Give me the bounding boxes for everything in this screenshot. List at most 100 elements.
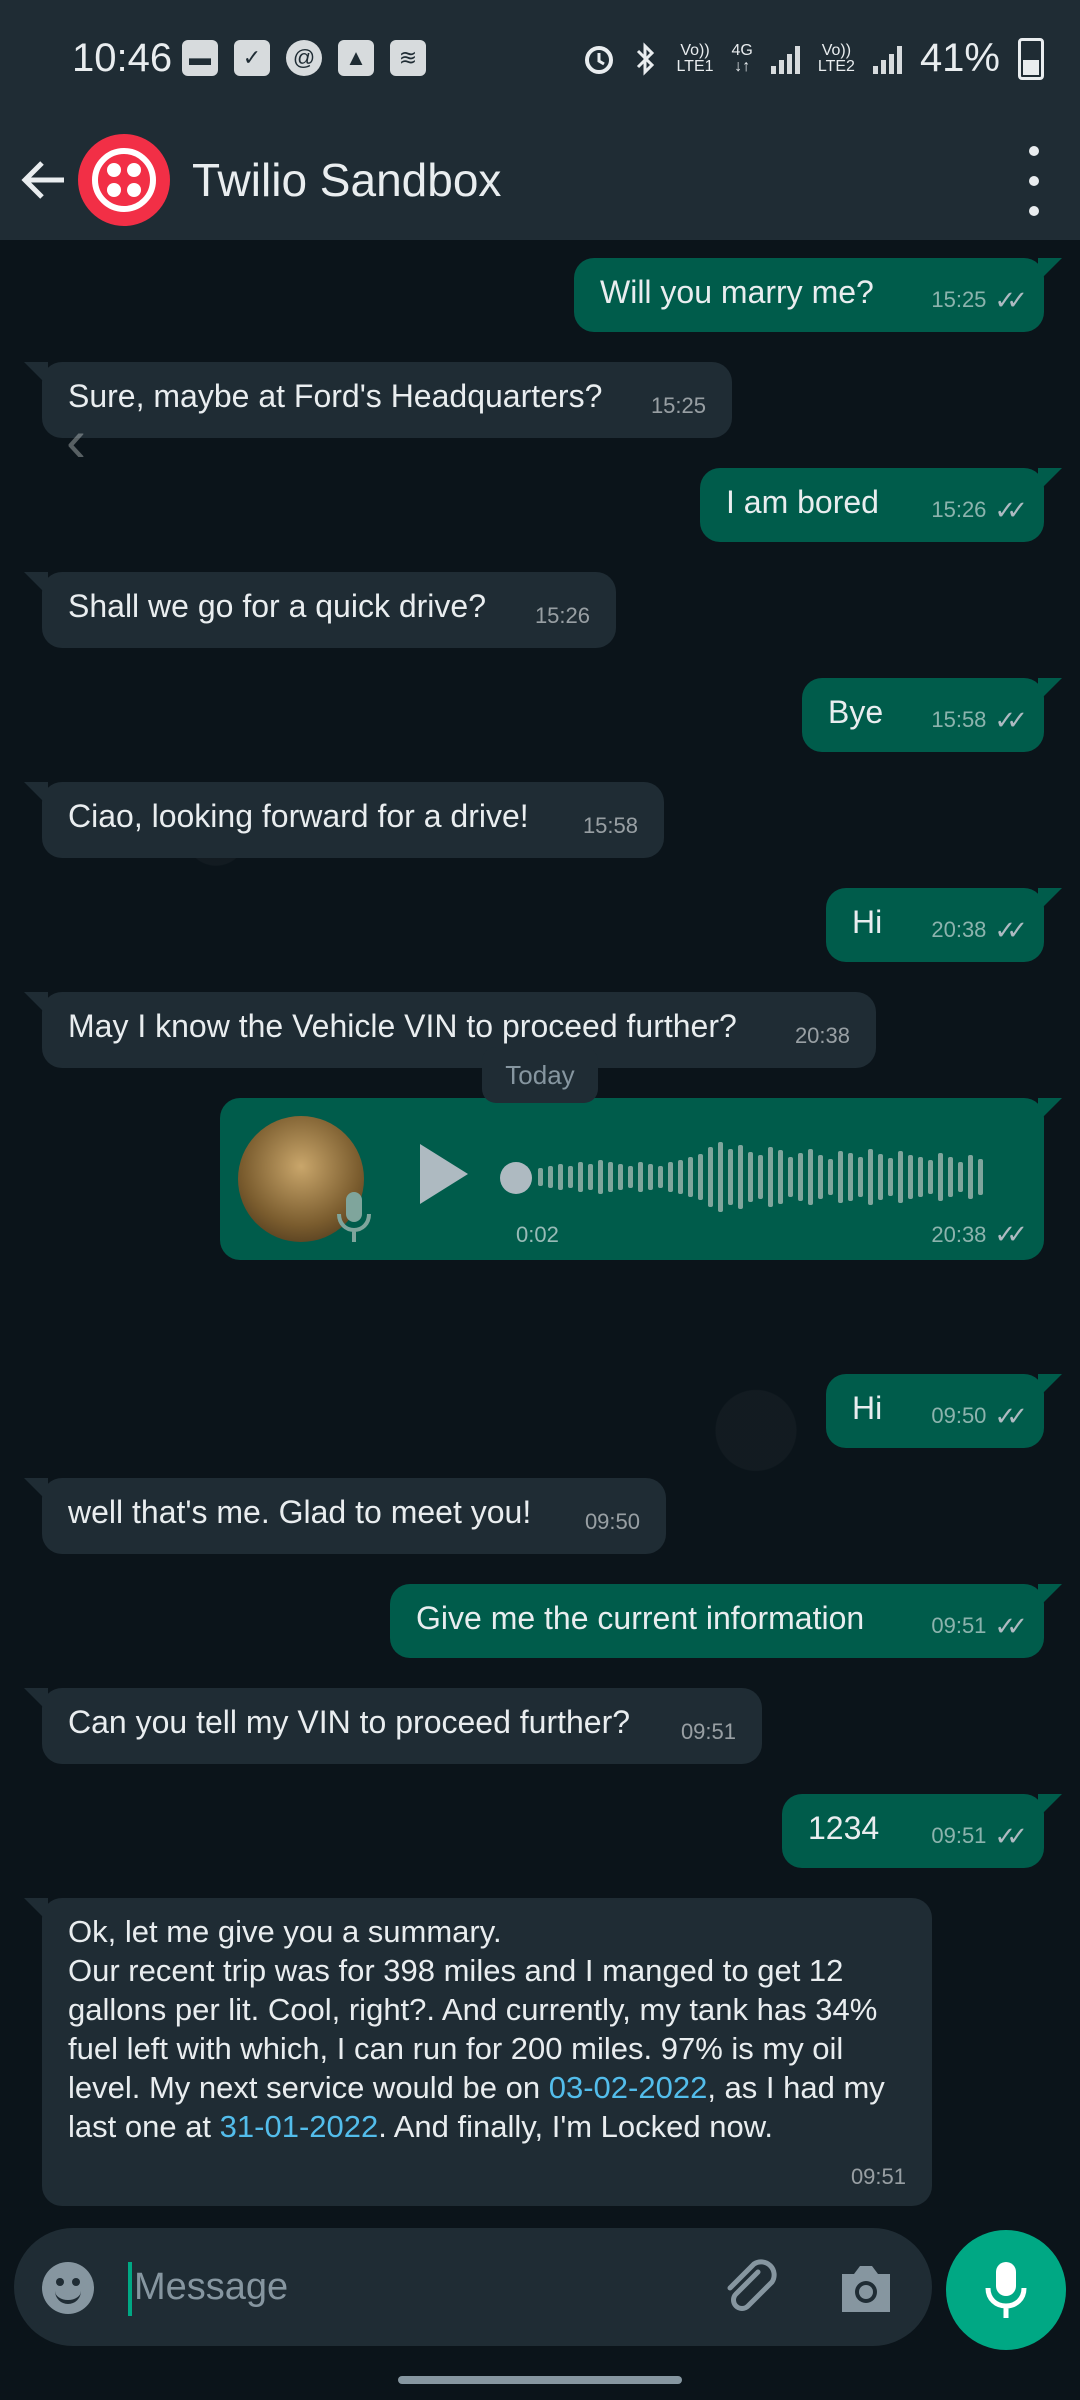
waveform-bar bbox=[648, 1164, 653, 1190]
waveform-bar bbox=[918, 1157, 923, 1197]
message-bubble-out[interactable]: Will you marry me? 15:25 ✓✓ bbox=[574, 258, 1062, 332]
waveform-bar bbox=[698, 1154, 703, 1200]
status-bar: 10:46 ▬ ✓ @ ▲ ≋ Vo)) LTE1 4G ↓↑ Vo)) LTE2 4… bbox=[0, 0, 1080, 120]
waveform-bar bbox=[618, 1164, 623, 1190]
waveform-bar bbox=[668, 1162, 673, 1192]
message-bubble-in[interactable]: Ciao, looking forward for a drive! 15:58 bbox=[24, 782, 664, 858]
read-ticks-icon: ✓✓ bbox=[994, 1821, 1027, 1851]
message-bubble-out[interactable]: Hi 09:50 ✓✓ bbox=[826, 1374, 1062, 1448]
waveform-bar bbox=[908, 1155, 913, 1199]
waveform-bar bbox=[578, 1162, 583, 1192]
message-time: 09:50 ✓✓ bbox=[931, 1396, 1027, 1436]
signal-sim1-icon bbox=[770, 44, 800, 74]
mic-icon bbox=[985, 2262, 1027, 2318]
waveform-bar bbox=[758, 1155, 763, 1199]
image-notification-icon: ▲ bbox=[338, 40, 374, 76]
waveform-bar bbox=[628, 1166, 633, 1188]
message-bubble-in[interactable]: May I know the Vehicle VIN to proceed fu… bbox=[24, 992, 876, 1068]
message-bubble-out[interactable]: I am bored 15:26 ✓✓ bbox=[700, 468, 1062, 542]
volte-sim2: Vo)) LTE2 bbox=[817, 41, 855, 75]
date-link-next-service[interactable]: 03-02-2022 bbox=[549, 2070, 708, 2105]
waveform-bar bbox=[808, 1149, 813, 1205]
waveform-bar bbox=[778, 1150, 783, 1204]
swipe-back-chevron-icon: ‹ bbox=[66, 407, 86, 474]
waveform-bar bbox=[798, 1153, 803, 1201]
message-input[interactable]: Message bbox=[134, 2266, 288, 2309]
message-text: Ciao, looking forward for a drive! bbox=[68, 798, 529, 834]
waveform-bar bbox=[658, 1166, 663, 1188]
seek-handle[interactable] bbox=[500, 1162, 532, 1194]
voice-note-bubble[interactable]: 0:02 20:38 ✓✓ bbox=[220, 1098, 1062, 1260]
waveform-bar bbox=[548, 1166, 553, 1188]
contact-name[interactable]: Twilio Sandbox bbox=[192, 153, 501, 207]
waveform-bar bbox=[828, 1159, 833, 1195]
voice-record-button[interactable] bbox=[946, 2230, 1066, 2350]
waveform-bar bbox=[768, 1147, 773, 1207]
waveform-bar bbox=[948, 1157, 953, 1197]
waveform-bar bbox=[638, 1162, 643, 1192]
attach-icon[interactable] bbox=[720, 2258, 780, 2318]
waveform-bar bbox=[788, 1157, 793, 1197]
back-button[interactable] bbox=[18, 155, 68, 205]
read-ticks-icon: ✓✓ bbox=[994, 705, 1027, 735]
waveform-bar bbox=[718, 1142, 723, 1212]
message-time: 09:51 bbox=[850, 2164, 906, 2189]
chat-area[interactable]: Will you marry me? 15:25 ✓✓ Sure, maybe a… bbox=[0, 240, 1080, 2224]
message-time: 09:50 bbox=[584, 1509, 640, 1534]
gesture-nav-bar[interactable] bbox=[398, 2376, 682, 2384]
play-icon[interactable] bbox=[416, 1142, 472, 1206]
message-bubble-out[interactable]: Give me the current information 09:51 ✓✓ bbox=[390, 1584, 1062, 1658]
message-bubble-out[interactable]: Hi 20:38 ✓✓ bbox=[826, 888, 1062, 962]
message-bubble-in[interactable]: Sure, maybe at Ford's Headquarters? 15:2… bbox=[24, 362, 732, 438]
message-time: 09:51 ✓✓ bbox=[931, 1816, 1027, 1856]
date-link-last-service[interactable]: 31-01-2022 bbox=[220, 2109, 379, 2144]
emoji-icon[interactable] bbox=[42, 2262, 94, 2314]
waveform-bar bbox=[818, 1155, 823, 1199]
message-text: Shall we go for a quick drive? bbox=[68, 588, 486, 624]
menu-dot-icon bbox=[1029, 146, 1039, 156]
waveform-bar bbox=[728, 1149, 733, 1205]
message-bubble-out[interactable]: 1234 09:51 ✓✓ bbox=[782, 1794, 1062, 1868]
message-time: 20:38 bbox=[794, 1023, 850, 1048]
message-text: Hi bbox=[852, 904, 883, 940]
battery-percent: 41% bbox=[919, 36, 1000, 80]
summary-message-bubble[interactable]: Ok, let me give you a summary. Our recen… bbox=[24, 1898, 932, 2206]
text-cursor bbox=[128, 2262, 132, 2316]
message-text: Give me the current information bbox=[416, 1600, 865, 1636]
message-text: Will you marry me? bbox=[600, 274, 874, 310]
waveform-bar bbox=[838, 1151, 843, 1203]
message-text: Hi bbox=[852, 1390, 883, 1426]
message-time: 09:51 ✓✓ bbox=[931, 1606, 1027, 1646]
chat-header: Twilio Sandbox bbox=[0, 120, 1080, 240]
read-ticks-icon: ✓✓ bbox=[994, 1401, 1027, 1431]
waveform-bar bbox=[708, 1147, 713, 1207]
message-bubble-out[interactable]: Bye 15:58 ✓✓ bbox=[802, 678, 1062, 752]
message-bubble-in[interactable]: well that's me. Glad to meet you! 09:50 bbox=[24, 1478, 666, 1554]
message-bubble-in[interactable]: Can you tell my VIN to proceed further? … bbox=[24, 1688, 762, 1764]
waveform-bar bbox=[738, 1145, 743, 1209]
summary-body: Our recent trip was for 398 miles and I … bbox=[68, 1953, 885, 2144]
back-arrow-icon bbox=[21, 161, 64, 199]
waveform-bar bbox=[878, 1154, 883, 1200]
status-time: 10:46 bbox=[72, 36, 173, 80]
contact-avatar[interactable] bbox=[78, 134, 170, 226]
waveform-bar bbox=[848, 1153, 853, 1201]
waveform-bar bbox=[678, 1160, 683, 1194]
message-time: 15:26 ✓✓ bbox=[931, 490, 1027, 530]
message-time: 15:26 bbox=[534, 603, 590, 628]
message-compose-bar: Message bbox=[14, 2228, 932, 2346]
waveform-bar bbox=[868, 1149, 873, 1205]
signal-sim2-icon bbox=[872, 44, 902, 74]
message-time: 15:58 ✓✓ bbox=[931, 700, 1027, 740]
message-bubble-in[interactable]: Shall we go for a quick drive? 15:26 bbox=[24, 572, 616, 648]
waveform-bar bbox=[928, 1160, 933, 1194]
wifi-calling-icon: ≋ bbox=[390, 40, 426, 76]
more-options-button[interactable] bbox=[1024, 146, 1044, 216]
camera-icon[interactable] bbox=[836, 2260, 896, 2316]
waveform-bar bbox=[608, 1162, 613, 1192]
waveform[interactable] bbox=[538, 1132, 1018, 1222]
message-time: 15:58 bbox=[582, 813, 638, 838]
waveform-bar bbox=[568, 1166, 573, 1188]
waveform-bar bbox=[958, 1162, 963, 1192]
read-ticks-icon: ✓✓ bbox=[994, 285, 1027, 315]
